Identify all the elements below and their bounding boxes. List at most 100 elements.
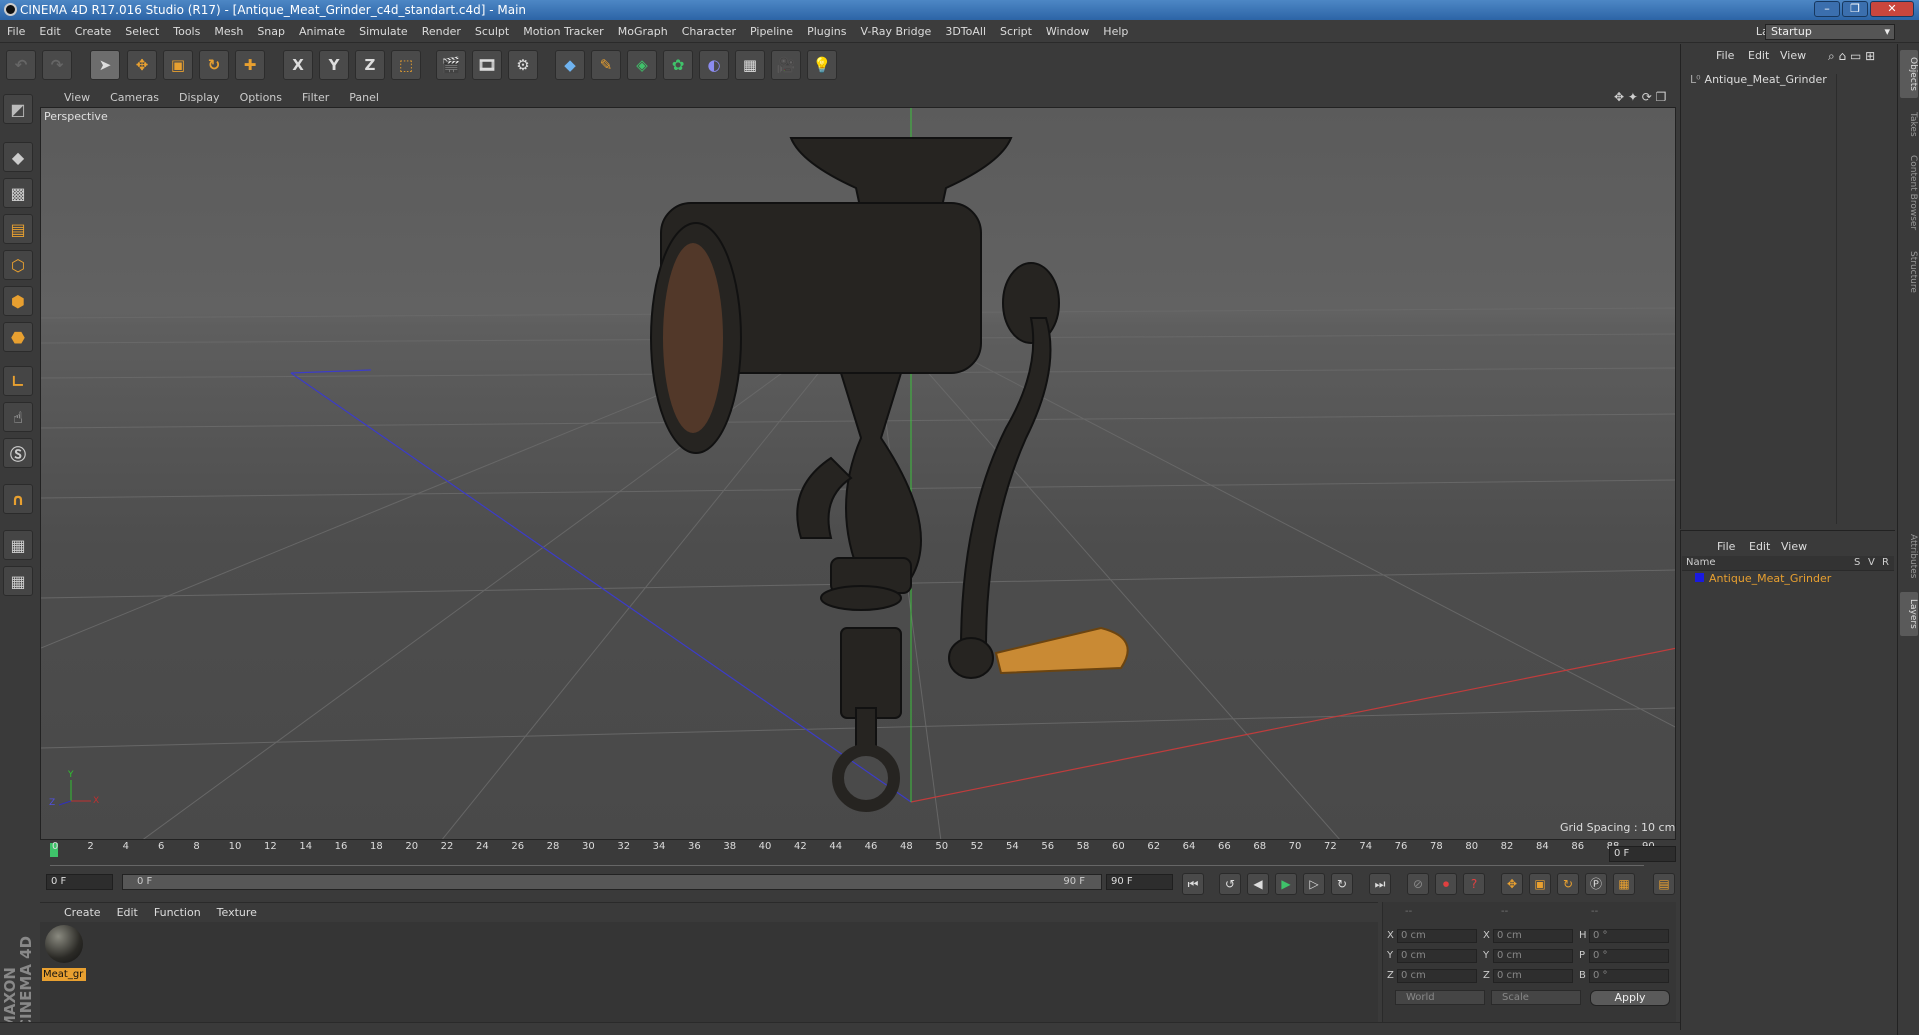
model-mode-icon[interactable]: ◆ xyxy=(3,142,33,172)
undo-icon[interactable]: ↶ xyxy=(6,50,36,80)
coordinate-mode-dropdown[interactable]: Scale xyxy=(1491,990,1581,1005)
play-icon[interactable]: ▶ xyxy=(1275,873,1297,895)
workplane-icon[interactable]: ▤ xyxy=(3,214,33,244)
layer-color-swatch[interactable] xyxy=(1695,573,1704,582)
position-z-field[interactable]: 0 cm xyxy=(1397,969,1477,983)
menu-create[interactable]: Create xyxy=(68,20,119,43)
material-menu-function[interactable]: Function xyxy=(146,903,209,923)
key-scale-icon[interactable]: ▣ xyxy=(1529,873,1551,895)
layers-menu-file[interactable]: File xyxy=(1717,537,1735,557)
go-to-end-icon[interactable]: ⏭ xyxy=(1369,873,1391,895)
tab-content-browser[interactable]: Content Browser xyxy=(1900,148,1918,238)
axis-mode-icon[interactable]: ∟ xyxy=(3,366,33,396)
material-menu-texture[interactable]: Texture xyxy=(209,903,265,923)
tab-structure[interactable]: Structure xyxy=(1900,242,1918,302)
end-frame-field[interactable]: 90 F xyxy=(1106,874,1173,890)
menu-script[interactable]: Script xyxy=(993,20,1039,43)
deformer-icon[interactable]: ◐ xyxy=(699,50,729,80)
light-bulb-icon[interactable]: 💡 xyxy=(807,50,837,80)
menu-snap[interactable]: Snap xyxy=(250,20,292,43)
viewport-navigation-icons[interactable]: ✥ ✦ ⟳ ❐ xyxy=(1614,90,1666,104)
scale-icon[interactable]: ▣ xyxy=(163,50,193,80)
tab-layers[interactable]: Layers xyxy=(1900,592,1918,636)
layers-menu-view[interactable]: View xyxy=(1781,537,1807,557)
rotation-p-field[interactable]: 0 ° xyxy=(1589,949,1669,963)
size-z-field[interactable]: 0 cm xyxy=(1493,969,1573,983)
menu-pipeline[interactable]: Pipeline xyxy=(743,20,800,43)
frame-range-slider[interactable]: 0 F 90 F xyxy=(122,874,1102,890)
layers-menu-edit[interactable]: Edit xyxy=(1749,537,1770,557)
key-rotation-icon[interactable]: ↻ xyxy=(1557,873,1579,895)
points-mode-icon[interactable]: ⬡ xyxy=(3,250,33,280)
object-tree-item[interactable]: L⁰ Antique_Meat_Grinder xyxy=(1690,73,1827,86)
menu-help[interactable]: Help xyxy=(1096,20,1135,43)
material-preview-thumbnail[interactable] xyxy=(45,925,83,963)
timeline-window-icon[interactable]: ▤ xyxy=(1653,873,1675,895)
viewport-menu-panel[interactable]: Panel xyxy=(339,88,389,107)
size-x-field[interactable]: 0 cm xyxy=(1493,929,1573,943)
next-key-icon[interactable]: ↻ xyxy=(1331,873,1353,895)
coordinate-space-dropdown[interactable]: World xyxy=(1395,990,1485,1005)
rotation-h-field[interactable]: 0 ° xyxy=(1589,929,1669,943)
menu-file[interactable]: File xyxy=(0,20,32,43)
spline-pen-icon[interactable]: ✎ xyxy=(591,50,621,80)
make-editable-icon[interactable]: ◩ xyxy=(3,94,33,124)
3d-viewport[interactable]: Y X Z xyxy=(40,107,1676,840)
menu-motion-tracker[interactable]: Motion Tracker xyxy=(516,20,610,43)
objects-menu-file[interactable]: File xyxy=(1716,46,1734,66)
material-menu-create[interactable]: Create xyxy=(56,903,109,923)
minimize-button[interactable]: – xyxy=(1814,1,1840,17)
z-axis-lock-button[interactable]: Z xyxy=(355,50,385,80)
viewport-menu-filter[interactable]: Filter xyxy=(292,88,339,107)
layer-row[interactable]: Antique_Meat_Grinder xyxy=(1695,572,1831,585)
close-button[interactable]: ✕ xyxy=(1870,1,1914,17)
menu-mesh[interactable]: Mesh xyxy=(207,20,250,43)
move-icon[interactable]: ✥ xyxy=(127,50,157,80)
x-axis-lock-button[interactable]: X xyxy=(283,50,313,80)
viewport-menu-options[interactable]: Options xyxy=(230,88,292,107)
current-frame-field[interactable]: 0 F xyxy=(1609,846,1676,862)
layout-dropdown[interactable]: Startup ▾ xyxy=(1765,24,1895,40)
timeline-ruler[interactable]: 0 2 4 6 8 10 12 14 16 18 20 22 24 26 28 30 32 34 36 38 40 42 4… xyxy=(40,841,1676,866)
material-name-label[interactable]: Meat_gr xyxy=(42,968,86,981)
lock-workplane-icon[interactable]: ▦ xyxy=(3,530,33,560)
cube-primitive-icon[interactable]: ◆ xyxy=(555,50,585,80)
menu-edit[interactable]: Edit xyxy=(32,20,67,43)
objects-menu-view[interactable]: View xyxy=(1780,46,1806,66)
menu-sculpt[interactable]: Sculpt xyxy=(468,20,516,43)
apply-button[interactable]: Apply xyxy=(1590,990,1670,1006)
start-frame-field[interactable]: 0 F xyxy=(46,874,113,890)
maximize-button[interactable]: ❐ xyxy=(1842,1,1868,17)
objects-toolbar-icons[interactable]: ⌕ ⌂ ▭ ⊞ xyxy=(1828,46,1875,66)
rotation-b-field[interactable]: 0 ° xyxy=(1589,969,1669,983)
redo-icon[interactable]: ↷ xyxy=(42,50,72,80)
cloner-icon[interactable]: ✿ xyxy=(663,50,693,80)
polygons-mode-icon[interactable]: ⬣ xyxy=(3,322,33,352)
coordinate-system-icon[interactable]: ⬚ xyxy=(391,50,421,80)
menu-plugins[interactable]: Plugins xyxy=(800,20,853,43)
viewport-menu-cameras[interactable]: Cameras xyxy=(100,88,169,107)
menu-3dtoall[interactable]: 3DToAll xyxy=(938,20,993,43)
previous-frame-icon[interactable]: ◀ xyxy=(1247,873,1269,895)
tab-objects[interactable]: Objects xyxy=(1900,50,1918,98)
edges-mode-icon[interactable]: ⬢ xyxy=(3,286,33,316)
size-y-field[interactable]: 0 cm xyxy=(1493,949,1573,963)
record-keys-icon[interactable]: ⊘ xyxy=(1407,873,1429,895)
menu-select[interactable]: Select xyxy=(118,20,166,43)
previous-key-icon[interactable]: ↺ xyxy=(1219,873,1241,895)
menu-character[interactable]: Character xyxy=(675,20,743,43)
select-arrow-icon[interactable]: ➤ xyxy=(90,50,120,80)
subdivision-icon[interactable]: ◈ xyxy=(627,50,657,80)
viewport-menu-display[interactable]: Display xyxy=(169,88,230,107)
viewport-menu-view[interactable]: View xyxy=(54,88,100,107)
menu-vray-bridge[interactable]: V-Ray Bridge xyxy=(853,20,938,43)
y-axis-lock-button[interactable]: Y xyxy=(319,50,349,80)
menu-render[interactable]: Render xyxy=(415,20,468,43)
menu-simulate[interactable]: Simulate xyxy=(352,20,415,43)
key-parameter-icon[interactable]: Ⓟ xyxy=(1585,873,1607,895)
objects-menu-edit[interactable]: Edit xyxy=(1748,46,1769,66)
snap-magnet-icon[interactable]: ∩ xyxy=(3,484,33,514)
tab-attributes[interactable]: Attributes xyxy=(1900,524,1918,588)
keyframe-selection-icon[interactable]: ? xyxy=(1463,873,1485,895)
texture-mode-icon[interactable]: ▩ xyxy=(3,178,33,208)
